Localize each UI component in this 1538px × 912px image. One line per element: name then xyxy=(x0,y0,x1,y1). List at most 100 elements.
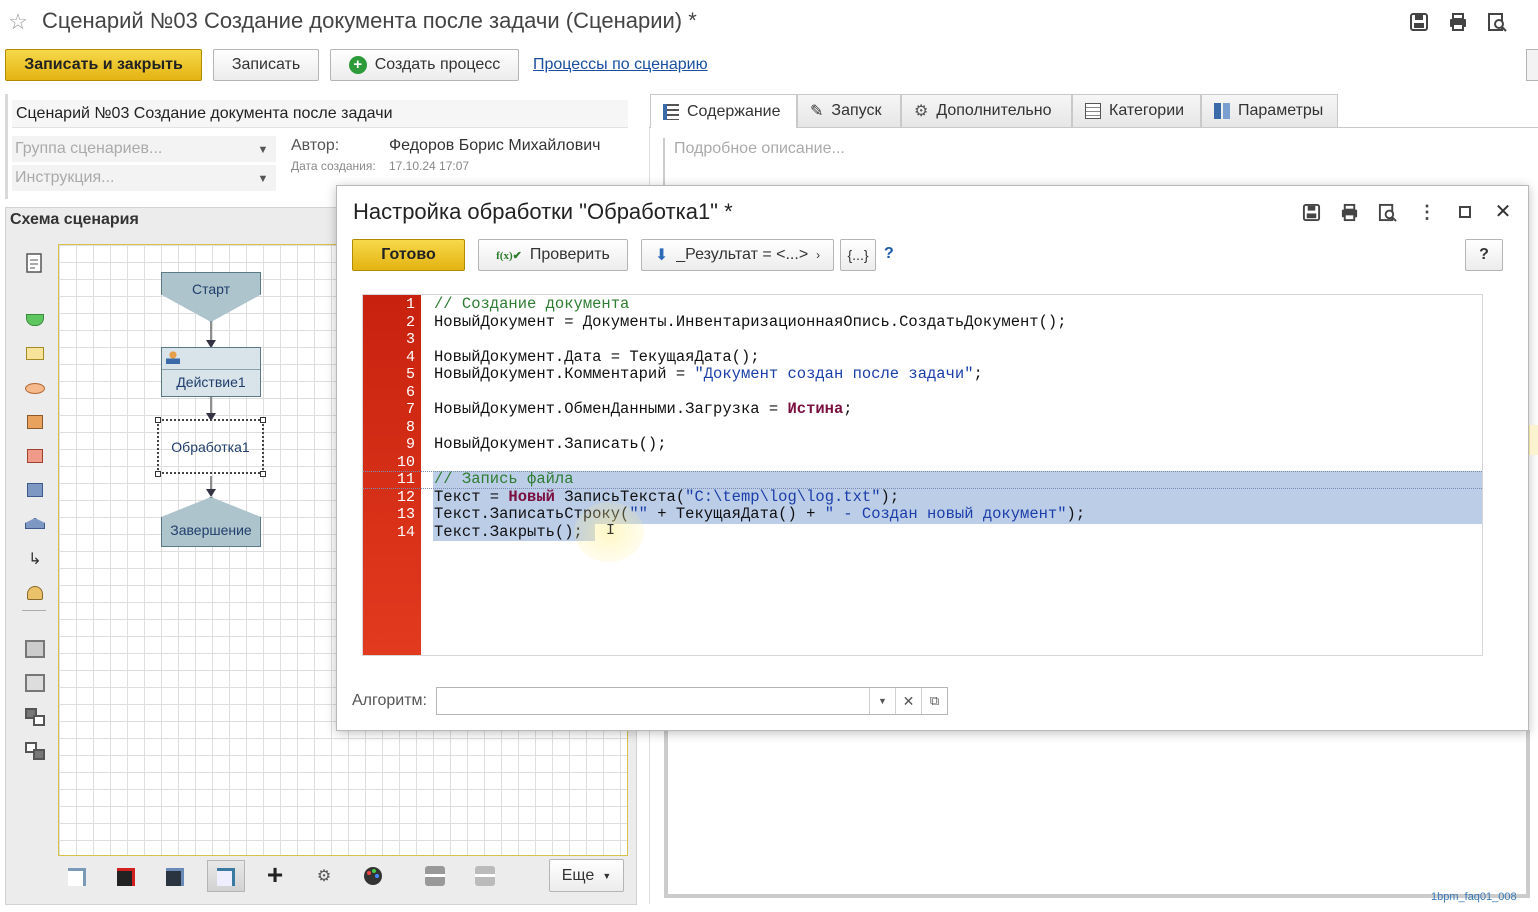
line-number: 1 xyxy=(405,296,415,313)
align-left-icon[interactable] xyxy=(25,640,45,658)
code-line[interactable]: НовыйДокумент.Дата = ТекущаяДата(); xyxy=(434,348,1085,367)
code-line[interactable] xyxy=(434,384,1085,402)
close-icon[interactable]: ✕ xyxy=(1493,201,1513,223)
maximize-icon[interactable] xyxy=(1459,206,1471,218)
algorithm-value xyxy=(437,688,869,714)
group-field[interactable]: Группа сценариев... ▼ xyxy=(12,136,276,162)
tab-additional-label: Дополнительно xyxy=(936,102,1052,119)
code-line[interactable]: НовыйДокумент.Комментарий = "Документ со… xyxy=(434,365,1085,384)
align-top-icon[interactable] xyxy=(425,866,445,886)
preview-icon[interactable] xyxy=(1486,12,1508,32)
open-icon[interactable]: ⧉ xyxy=(921,688,947,714)
selection-handle[interactable] xyxy=(260,471,266,477)
line-number: 11 xyxy=(396,471,415,488)
check-button[interactable]: f(x)✔ Проверить xyxy=(478,239,628,271)
toolbar-separator xyxy=(22,610,46,611)
print-icon[interactable] xyxy=(1447,12,1469,32)
palette-icon[interactable] xyxy=(362,866,384,886)
code-token: "Документ создан после задачи" xyxy=(694,365,974,383)
fill-color-icon[interactable] xyxy=(166,868,184,886)
flow-start-label: Старт xyxy=(191,281,231,297)
more-button[interactable]: Еще ▼ xyxy=(549,859,624,892)
create-process-label: Создать процесс xyxy=(374,56,501,73)
code-line[interactable]: Текст = Новый ЗаписьТекста("C:\temp\log\… xyxy=(434,487,1085,507)
align-right-icon[interactable] xyxy=(25,674,45,692)
right-edge-button[interactable] xyxy=(1526,49,1538,81)
result-label: _Результат = <...> xyxy=(676,246,809,263)
chevron-down-icon[interactable]: ▼ xyxy=(253,169,273,187)
line-color-red-icon[interactable] xyxy=(117,868,135,886)
dialog-preview-icon[interactable] xyxy=(1376,202,1398,222)
favorite-star-icon[interactable]: ☆ xyxy=(6,9,30,34)
split-tool-icon[interactable] xyxy=(27,483,43,497)
parameters-icon xyxy=(1214,103,1230,119)
user-icon xyxy=(166,350,180,364)
scenario-name-field[interactable]: Сценарий №03 Создание документа после за… xyxy=(12,100,628,128)
selection-handle[interactable] xyxy=(155,471,161,477)
create-process-button[interactable]: + Создать процесс xyxy=(330,49,519,81)
plus-icon[interactable]: + xyxy=(262,859,288,890)
code-line[interactable]: Текст.ЗаписатьСтроку("" + ТекущаяДата() … xyxy=(434,505,1085,524)
action-tool-icon[interactable] xyxy=(26,347,44,360)
code-text[interactable]: // Создание документа НовыйДокумент = Док… xyxy=(434,295,1085,542)
processing-tool-icon[interactable] xyxy=(27,415,43,429)
selection-handle[interactable] xyxy=(260,417,266,423)
document-properties-icon[interactable] xyxy=(24,253,44,273)
save-button[interactable]: Записать xyxy=(213,49,319,81)
flow-action-label: Действие1 xyxy=(176,374,246,390)
code-token: Текст.Закрыть(); xyxy=(434,522,583,541)
chevron-down-icon[interactable]: ▼ xyxy=(869,688,895,714)
braces-button[interactable]: {...} xyxy=(840,239,876,271)
bring-front-icon[interactable] xyxy=(25,708,45,726)
condition-tool-icon[interactable] xyxy=(25,383,45,394)
algorithm-field[interactable]: ▼ ✕ ⧉ xyxy=(436,687,948,715)
tab-additional[interactable]: ⚙ Дополнительно xyxy=(901,94,1072,127)
code-line[interactable]: НовыйДокумент = Документы.Инвентаризацио… xyxy=(434,313,1085,332)
instruction-placeholder: Инструкция... xyxy=(15,169,115,186)
code-token: НовыйДокумент.Записать(); xyxy=(434,435,667,453)
code-line[interactable]: НовыйДокумент.ОбменДанными.Загрузка = Ис… xyxy=(434,400,1085,419)
description-placeholder[interactable]: Подробное описание... xyxy=(674,140,845,158)
tab-parameters[interactable]: Параметры xyxy=(1201,94,1338,127)
tab-categories[interactable]: Категории xyxy=(1072,94,1201,127)
ready-button[interactable]: Готово xyxy=(352,239,465,271)
connector-tool-icon[interactable]: ↳ xyxy=(26,550,44,568)
author-label: Автор: xyxy=(291,137,340,154)
more-vertical-icon[interactable]: ⋮ xyxy=(1418,202,1436,222)
align-bottom-icon[interactable] xyxy=(475,866,495,886)
help-button[interactable]: ? xyxy=(1465,239,1503,271)
code-line[interactable]: НовыйДокумент.Записать(); xyxy=(434,435,1085,454)
code-line[interactable]: // Запись файла xyxy=(434,470,1085,489)
instruction-field[interactable]: Инструкция... ▼ xyxy=(12,165,276,191)
code-token: "C:\temp\log\log.txt" xyxy=(685,487,881,506)
arrow-down-icon: ⬇ xyxy=(654,247,669,264)
code-line[interactable]: // Создание документа xyxy=(434,295,1085,314)
created-value: 17.10.24 17:07 xyxy=(389,159,470,173)
dialog-save-icon[interactable] xyxy=(1300,202,1322,222)
save-and-close-button[interactable]: Записать и закрыть xyxy=(5,49,202,81)
flow-processing-node[interactable]: Обработка1 xyxy=(157,419,264,474)
send-back-icon[interactable] xyxy=(25,742,45,760)
right-edge-accent xyxy=(1529,425,1538,455)
selection-handle[interactable] xyxy=(155,417,161,423)
processes-by-scenario-link[interactable]: Процессы по сценарию xyxy=(533,56,708,74)
code-token: // Создание документа xyxy=(434,295,630,313)
tab-content[interactable]: Содержание xyxy=(650,94,797,128)
chevron-down-icon[interactable]: ▼ xyxy=(253,140,273,158)
flow-action-node[interactable]: Действие1 xyxy=(161,347,261,397)
decoration-tool-icon[interactable] xyxy=(27,586,43,600)
result-button[interactable]: ⬇ _Результат = <...> › xyxy=(641,239,834,271)
help-question-link[interactable]: ? xyxy=(884,245,894,263)
line-style-active-button[interactable] xyxy=(207,860,245,892)
code-line[interactable] xyxy=(434,331,1085,349)
code-line[interactable]: Текст.Закрыть(); xyxy=(434,522,1085,542)
dialog-print-icon[interactable] xyxy=(1338,202,1360,222)
save-icon[interactable] xyxy=(1408,12,1430,32)
connector-settings-icon[interactable]: ⚙ xyxy=(313,866,335,886)
clear-icon[interactable]: ✕ xyxy=(895,688,921,714)
code-line[interactable] xyxy=(434,454,1085,472)
tab-launch[interactable]: ✎ Запуск xyxy=(797,94,901,127)
subprocess-tool-icon[interactable] xyxy=(27,449,43,463)
code-line[interactable] xyxy=(434,419,1085,437)
line-style-thin-icon[interactable] xyxy=(68,868,86,886)
